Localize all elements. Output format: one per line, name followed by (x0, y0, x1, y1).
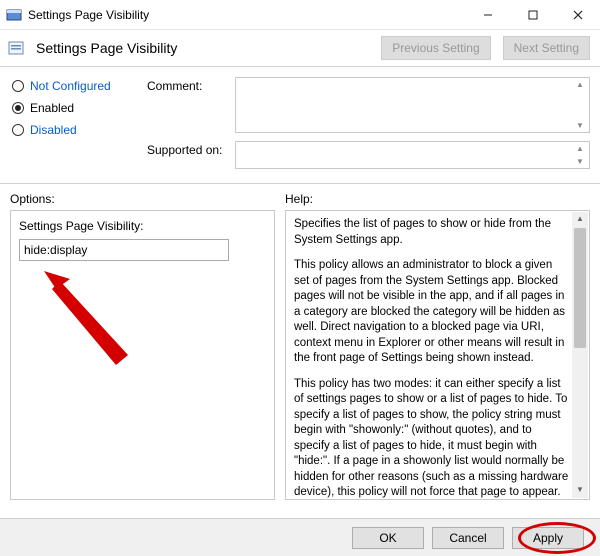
section-labels: Options: Help: (0, 186, 600, 210)
help-text: This policy allows an administrator to b… (294, 258, 569, 367)
help-heading: Help: (285, 192, 313, 206)
comment-label: Comment: (147, 77, 227, 133)
supported-on-field: ▲▼ (235, 141, 590, 169)
scrollbar[interactable]: ▲▼ (573, 80, 587, 130)
comment-field[interactable]: ▲▼ (235, 77, 590, 133)
scroll-thumb[interactable] (574, 228, 586, 348)
scrollbar[interactable]: ▲ ▼ (572, 212, 588, 498)
scrollbar[interactable]: ▲▼ (573, 144, 587, 166)
titlebar: Settings Page Visibility (0, 0, 600, 30)
next-setting-button[interactable]: Next Setting (503, 36, 590, 60)
window-title: Settings Page Visibility (28, 8, 465, 22)
radio-disabled[interactable]: Disabled (12, 123, 137, 137)
help-panel: Specifies the list of pages to show or h… (285, 210, 590, 500)
upper-section: Not Configured Enabled Disabled Comment:… (0, 69, 600, 181)
help-text: Specifies the list of pages to show or h… (294, 217, 569, 248)
radio-label: Enabled (30, 101, 74, 115)
radio-label: Not Configured (30, 79, 111, 93)
settings-page-visibility-input[interactable] (19, 239, 229, 261)
meta-fields: Comment: ▲▼ Supported on: ▲▼ (147, 77, 590, 177)
app-icon (6, 7, 22, 23)
window-controls (465, 0, 600, 29)
options-heading: Options: (10, 192, 285, 206)
radio-label: Disabled (30, 123, 77, 137)
lower-section: Settings Page Visibility: Specifies the … (0, 210, 600, 500)
minimize-button[interactable] (465, 0, 510, 29)
cancel-button[interactable]: Cancel (432, 527, 504, 549)
separator (0, 183, 600, 184)
radio-not-configured[interactable]: Not Configured (12, 79, 137, 93)
close-button[interactable] (555, 0, 600, 29)
options-input-label: Settings Page Visibility: (19, 219, 266, 233)
radio-enabled[interactable]: Enabled (12, 101, 137, 115)
state-radios: Not Configured Enabled Disabled (12, 77, 137, 177)
radio-icon (12, 102, 24, 114)
help-text: This policy has two modes: it can either… (294, 377, 569, 500)
policy-title: Settings Page Visibility (36, 40, 369, 56)
policy-header: Settings Page Visibility Previous Settin… (0, 30, 600, 64)
radio-icon (12, 124, 24, 136)
options-panel: Settings Page Visibility: (10, 210, 275, 500)
dialog-buttons: OK Cancel Apply (0, 518, 600, 556)
radio-icon (12, 80, 24, 92)
previous-setting-button[interactable]: Previous Setting (381, 36, 490, 60)
maximize-button[interactable] (510, 0, 555, 29)
separator (0, 66, 600, 67)
apply-button[interactable]: Apply (512, 527, 584, 549)
policy-icon (8, 40, 24, 56)
supported-on-label: Supported on: (147, 141, 227, 169)
ok-button[interactable]: OK (352, 527, 424, 549)
